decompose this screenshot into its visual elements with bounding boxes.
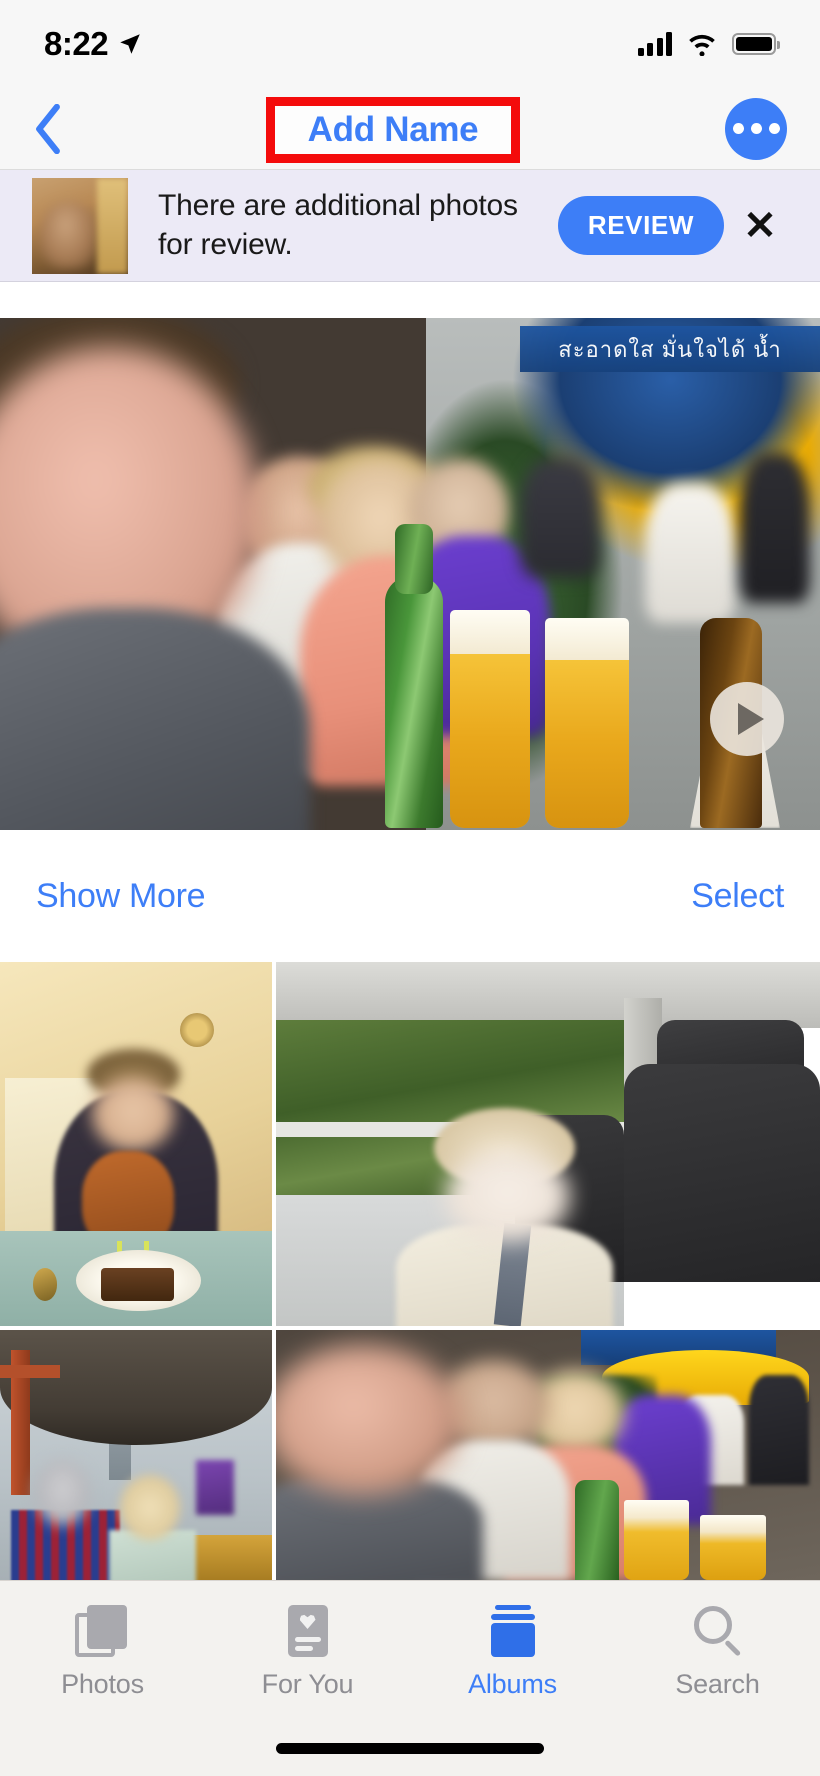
ellipsis-dot-icon (768, 123, 780, 134)
hero-beer-glass (450, 610, 530, 828)
hero-person-blur (520, 458, 600, 578)
tab-label: Albums (468, 1669, 557, 1699)
more-options-button[interactable] (725, 97, 787, 160)
location-arrow-icon (120, 34, 140, 54)
ellipsis-dot-icon (732, 123, 744, 134)
add-name-button[interactable]: Add Name (308, 110, 479, 150)
tab-for-you[interactable]: For You (205, 1603, 410, 1700)
photo-kitchen-birthday-cake[interactable] (0, 962, 272, 1326)
for-you-icon (280, 1603, 336, 1659)
hero-person-blur (645, 483, 735, 623)
battery-full-icon (732, 33, 780, 55)
status-bar-left: 8:22 (44, 25, 143, 63)
hero-person-blur (740, 453, 810, 603)
tab-search[interactable]: Search (615, 1603, 820, 1700)
play-video-button[interactable] (710, 682, 784, 756)
navigation-bar: Add Name (0, 88, 820, 170)
albums-icon (485, 1603, 541, 1659)
hero-beer-glass (545, 618, 629, 828)
album-actions-row: Show More Select (0, 830, 820, 962)
featured-photo[interactable]: สะอาดใส มั่นใจได้ น้ำ (0, 318, 820, 830)
photo-car-passenger-window[interactable] (276, 962, 820, 1326)
banner-photo-thumbnail[interactable] (32, 177, 128, 274)
ellipsis-dot-icon (750, 123, 762, 134)
tab-label: Search (675, 1669, 760, 1699)
tab-albums[interactable]: Albums (410, 1603, 615, 1700)
banner-message: There are additional photos for review. (158, 189, 518, 261)
tab-label: Photos (61, 1669, 144, 1699)
review-button[interactable]: REVIEW (557, 196, 724, 255)
photos-icon (74, 1603, 131, 1659)
photo-grid (0, 962, 820, 1580)
chevron-left-icon (36, 103, 60, 154)
hero-green-bottle (385, 524, 443, 828)
photo-street-cafe-beers[interactable] (276, 1330, 820, 1580)
add-name-highlight-box: Add Name (266, 97, 520, 163)
tab-photos[interactable]: Photos (0, 1603, 205, 1700)
photos-app-screen: 8:22 Add Name There are additional photo… (0, 0, 820, 1776)
back-button[interactable] (20, 101, 76, 157)
photo-tuk-tuk-riverside[interactable] (0, 1330, 272, 1580)
tab-label: For You (261, 1669, 354, 1699)
home-indicator[interactable] (276, 1743, 544, 1754)
status-bar: 8:22 (0, 0, 820, 88)
close-icon[interactable]: ✕ (724, 190, 796, 262)
clock-time: 8:22 (44, 25, 109, 62)
cellular-signal-icon (637, 32, 672, 56)
wifi-icon (689, 34, 715, 56)
hero-sign-text: สะอาดใส มั่นใจได้ น้ำ (520, 326, 820, 372)
select-button[interactable]: Select (691, 877, 784, 916)
tab-bar: Photos For You Albums Search (0, 1580, 820, 1776)
status-bar-right (637, 32, 780, 56)
search-icon (690, 1603, 746, 1659)
review-photos-banner: There are additional photos for review. … (0, 170, 820, 282)
show-more-button[interactable]: Show More (36, 877, 206, 916)
